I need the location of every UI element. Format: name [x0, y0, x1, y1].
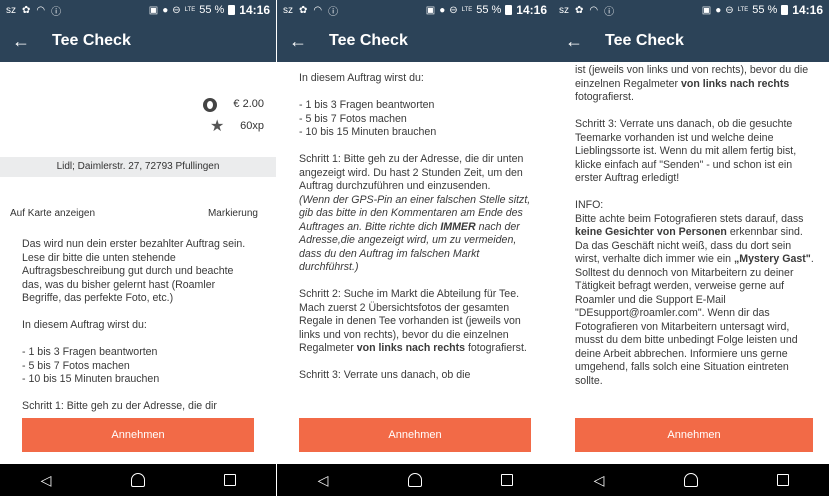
list-item: - 1 bis 3 Fragen beantworten: [22, 346, 158, 358]
list-item: - 5 bis 7 Fotos machen: [22, 359, 130, 372]
nav-bar: ◁: [277, 464, 553, 496]
location-icon: ●: [715, 4, 722, 16]
location-icon: ●: [162, 4, 169, 16]
app-notification-icon: ✿: [299, 4, 308, 16]
content[interactable]: ist (jeweils von links und von rechts), …: [553, 62, 829, 414]
page-title: Tee Check: [329, 32, 408, 49]
step-2-text-end: ist (jeweils von links und von rechts), …: [575, 64, 809, 103]
battery-icon: [781, 5, 789, 15]
back-arrow-icon[interactable]: ←: [289, 31, 313, 52]
screen-1: sz ✿ ◠ ⓘ ▣ ● ⊖ LTE 55 % 14:16 ← Tee Chec…: [0, 0, 276, 496]
battery-level: 55 %: [752, 4, 778, 16]
nav-home-icon[interactable]: [671, 468, 711, 492]
status-bar: sz ✿ ◠ ⓘ ▣ ● ⊖ LTE 55 % 14:16: [553, 0, 829, 20]
nfc-icon: sz: [283, 4, 293, 16]
accept-button[interactable]: Annehmen: [22, 418, 254, 452]
wifi-icon: ◠: [313, 4, 323, 16]
screen-3: sz ✿ ◠ ⓘ ▣ ● ⊖ LTE 55 % 14:16 ← Tee Chec…: [553, 0, 829, 496]
description: Das wird nun dein erster bezahlter Auftr…: [0, 238, 276, 414]
screen-2: sz ✿ ◠ ⓘ ▣ ● ⊖ LTE 55 % 14:16 ← Tee Chec…: [277, 0, 553, 496]
nav-recents-icon[interactable]: [763, 468, 803, 492]
nav-recents-icon[interactable]: [210, 468, 250, 492]
rewards: € 2.00 ★ 60xp: [164, 94, 264, 138]
app-bar: ← Tee Check: [553, 20, 829, 62]
screens: sz ✿ ◠ ⓘ ▣ ● ⊖ LTE 55 % 14:16 ← Tee Chec…: [0, 0, 829, 496]
cast-icon: ▣: [148, 4, 159, 16]
reward-money-value: € 2.00: [233, 98, 264, 111]
app-notification-icon: ✿: [22, 4, 31, 16]
signal-icon: LTE: [461, 7, 473, 13]
nav-back-icon[interactable]: ◁: [579, 468, 619, 492]
reward-xp: ★ 60xp: [164, 116, 264, 138]
cast-icon: ▣: [701, 4, 712, 16]
address-bar: Lidl; Daimlerstr. 27, 72793 Pfullingen: [0, 157, 276, 177]
info-icon: ⓘ: [51, 6, 62, 18]
bookmark-button[interactable]: Markierung: [208, 189, 258, 221]
cut-text: Schritt 1: Bitte geh zu der Adresse, die…: [22, 400, 217, 412]
battery-icon: [228, 5, 236, 15]
nav-back-icon[interactable]: ◁: [26, 468, 66, 492]
nav-bar: ◁: [553, 464, 829, 496]
in-diesem-heading: In diesem Auftrag wirst du:: [22, 319, 147, 331]
intro-text: Das wird nun dein erster bezahlter Auftr…: [22, 238, 246, 304]
cut-text: Schritt 3: Verrate uns danach, ob die: [299, 369, 471, 381]
coin-icon: [203, 98, 218, 112]
battery-level: 55 %: [199, 4, 225, 16]
battery-level: 55 %: [476, 4, 502, 16]
status-bar: sz ✿ ◠ ⓘ ▣ ● ⊖ LTE 55 % 14:16: [0, 0, 276, 20]
list-item: - 10 bis 15 Minuten brauchen: [299, 126, 437, 138]
clock: 14:16: [239, 3, 270, 17]
content[interactable]: In diesem Auftrag wirst du: - 1 bis 3 Fr…: [277, 62, 553, 414]
nav-recents-icon[interactable]: [487, 468, 527, 492]
location-icon: ●: [439, 4, 446, 16]
nav-home-icon[interactable]: [118, 468, 158, 492]
show-on-map-label: Auf Karte anzeigen: [10, 208, 96, 219]
list-item: - 5 bis 7 Fotos machen: [299, 112, 407, 125]
wifi-icon: ◠: [36, 4, 46, 16]
nfc-icon: sz: [6, 4, 16, 16]
info-text: Bitte achte beim Fotografieren stets dar…: [575, 212, 814, 387]
accept-button[interactable]: Annehmen: [299, 418, 531, 452]
content[interactable]: € 2.00 ★ 60xp Lidl; Daimlerstr. 27, 7279…: [0, 62, 276, 414]
clock: 14:16: [516, 3, 547, 17]
app-bar: ← Tee Check: [277, 20, 553, 62]
dnd-icon: ⊖: [449, 4, 458, 16]
accept-button[interactable]: Annehmen: [575, 418, 813, 452]
step-1-text: Schritt 1: Bitte geh zu der Adresse, die…: [299, 153, 524, 192]
list-item: - 1 bis 3 Fragen beantworten: [299, 99, 435, 111]
info-heading: INFO:: [575, 199, 604, 211]
star-icon: ★: [209, 118, 225, 136]
list-item: - 10 bis 15 Minuten brauchen: [22, 373, 160, 385]
step-3-text: Schritt 3: Verrate uns danach, ob die ge…: [575, 118, 797, 184]
nav-bar: ◁: [0, 464, 276, 496]
wifi-icon: ◠: [589, 4, 599, 16]
page-title: Tee Check: [52, 32, 131, 49]
show-on-map-button[interactable]: Auf Karte anzeigen: [10, 189, 95, 221]
info-icon: ⓘ: [328, 6, 339, 18]
actions: Auf Karte anzeigen Markierung: [0, 189, 276, 221]
cast-icon: ▣: [425, 4, 436, 16]
app-notification-icon: ✿: [575, 4, 584, 16]
signal-icon: LTE: [184, 7, 196, 13]
status-bar: sz ✿ ◠ ⓘ ▣ ● ⊖ LTE 55 % 14:16: [277, 0, 553, 20]
dnd-icon: ⊖: [725, 4, 734, 16]
reward-xp-value: 60xp: [240, 120, 264, 133]
battery-icon: [505, 5, 513, 15]
nfc-icon: sz: [559, 4, 569, 16]
page-title: Tee Check: [605, 32, 684, 49]
bookmark-label: Markierung: [207, 208, 258, 219]
clock: 14:16: [792, 3, 823, 17]
step-2-text: Schritt 2: Suche im Markt die Abteilung …: [299, 288, 527, 354]
reward-money: € 2.00: [164, 94, 264, 116]
dnd-icon: ⊖: [172, 4, 181, 16]
back-arrow-icon[interactable]: ←: [12, 31, 36, 52]
nav-home-icon[interactable]: [395, 468, 435, 492]
back-arrow-icon[interactable]: ←: [565, 31, 589, 52]
in-diesem-heading: In diesem Auftrag wirst du:: [299, 72, 424, 84]
app-bar: ← Tee Check: [0, 20, 276, 62]
gps-note: (Wenn der GPS-Pin an einer falschen Stel…: [299, 193, 531, 274]
info-icon: ⓘ: [604, 6, 615, 18]
nav-back-icon[interactable]: ◁: [303, 468, 343, 492]
signal-icon: LTE: [737, 7, 749, 13]
